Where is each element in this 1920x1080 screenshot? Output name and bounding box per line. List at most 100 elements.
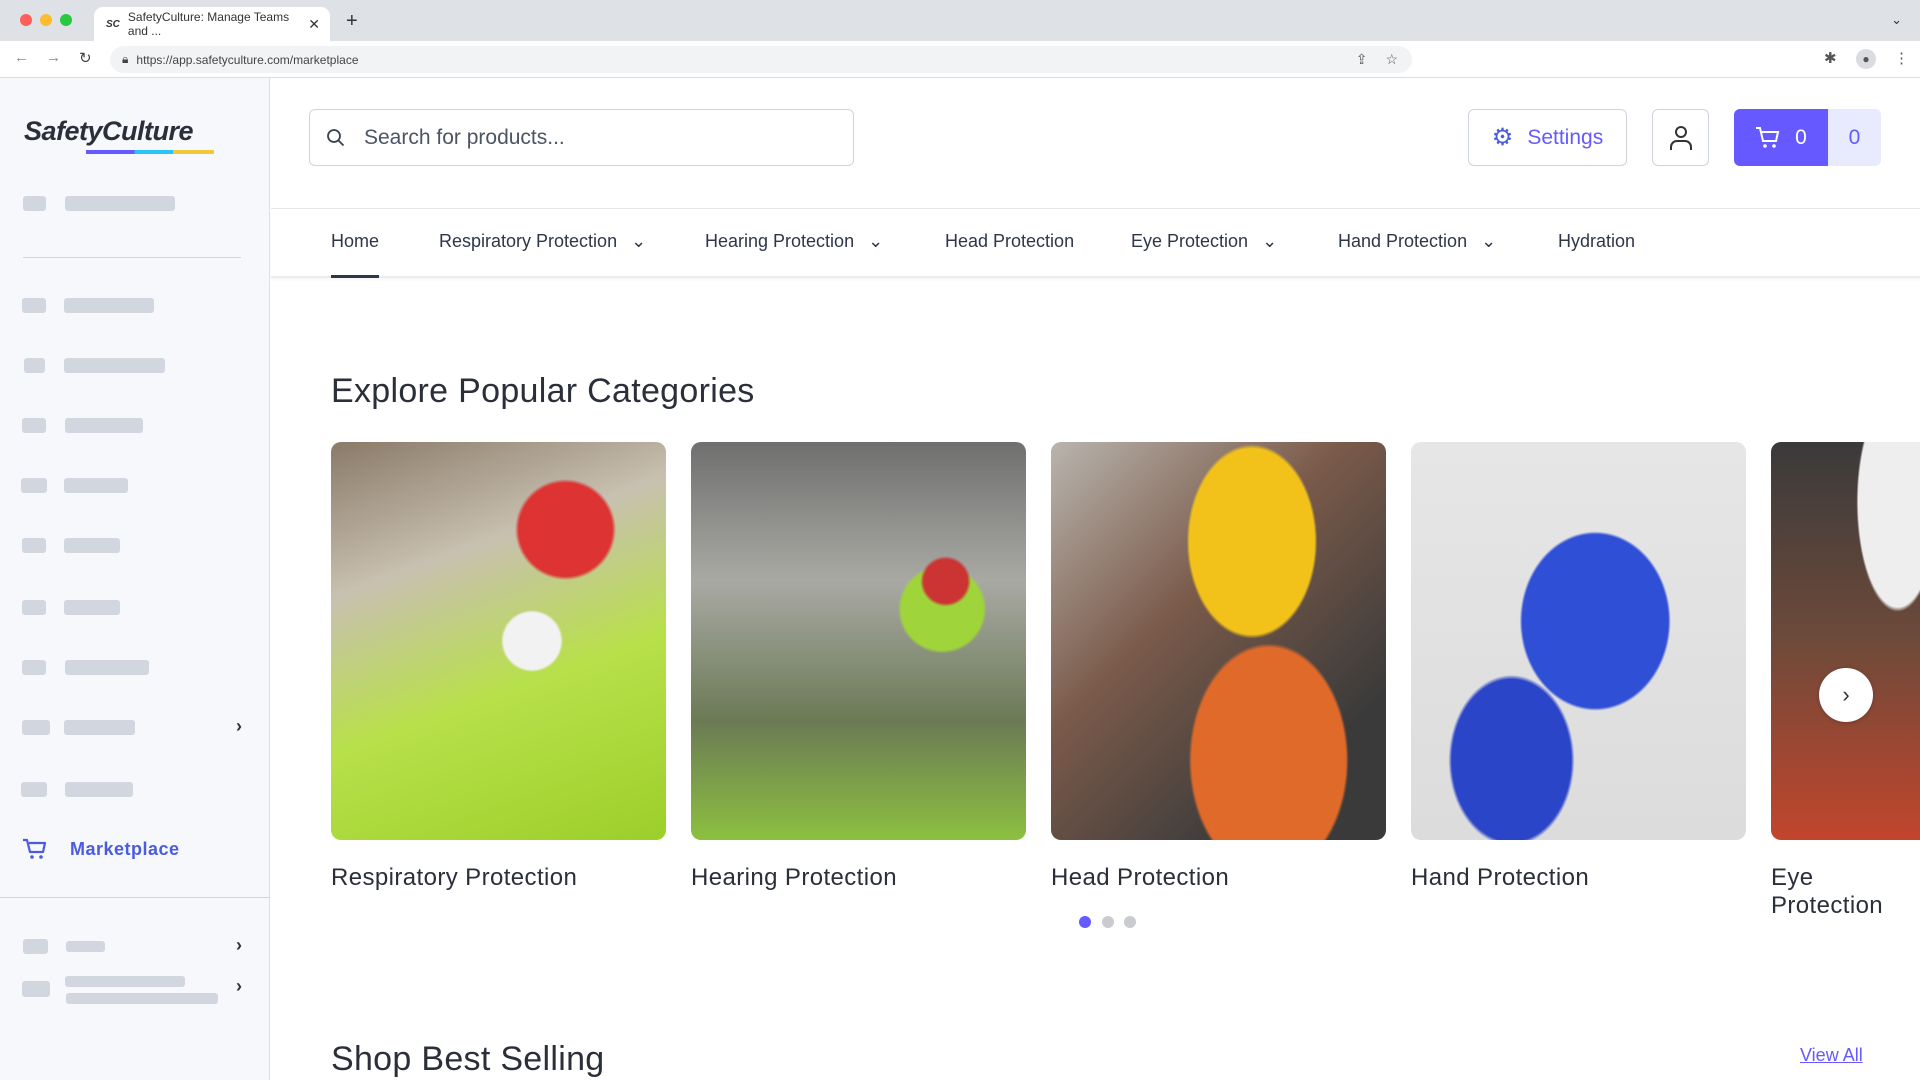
share-icon[interactable]: ⇪ [1356, 51, 1368, 68]
sidebar-skeleton-icon [22, 981, 50, 997]
main-content: Search for products... ⚙ Settings 0 0 Ho… [271, 78, 1920, 1080]
view-all-link[interactable]: View All [1800, 1045, 1863, 1066]
sidebar-skeleton-icon [21, 478, 47, 493]
sidebar-skeleton-item[interactable] [64, 358, 165, 373]
new-tab-icon[interactable]: + [346, 10, 358, 33]
sidebar-skeleton-subitem [66, 993, 218, 1004]
safetyculture-logo: SafetyCulture [24, 116, 194, 146]
nav-hand-protection[interactable]: Hand Protection ⌄ [1338, 231, 1496, 252]
nav-home[interactable]: Home [331, 231, 380, 278]
respiratory-protection-image [331, 442, 666, 840]
nav-label: Respiratory Protection [439, 231, 618, 251]
sidebar-skeleton-item[interactable] [66, 941, 105, 952]
reload-icon[interactable]: ↻ [79, 49, 92, 67]
extensions-icon[interactable]: ✱ [1824, 49, 1837, 67]
sidebar-skeleton-item[interactable] [65, 660, 149, 675]
cart-count: 0 [1795, 125, 1807, 149]
profile-icon[interactable]: ● [1856, 49, 1876, 69]
settings-button[interactable]: ⚙ Settings [1468, 109, 1627, 166]
sidebar-skeleton-item[interactable] [64, 478, 128, 493]
nav-label: Head Protection [945, 231, 1075, 251]
category-card[interactable]: Respiratory Protection [331, 442, 666, 892]
sidebar-skeleton-icon [21, 782, 47, 797]
category-nav: Home Respiratory Protection ⌄ Hearing Pro… [271, 208, 1920, 278]
user-account-button[interactable] [1652, 109, 1709, 166]
sidebar-skeleton-icon [22, 298, 46, 313]
gear-icon: ⚙ [1491, 124, 1514, 151]
hand-protection-image [1411, 442, 1746, 840]
browser-tab[interactable]: SC SafetyCulture: Manage Teams and ... ✕ [94, 7, 330, 41]
back-icon[interactable]: ← [14, 49, 29, 66]
lock-icon: 🔒︎ [122, 52, 129, 66]
tab-title: SafetyCulture: Manage Teams and ... [127, 10, 290, 38]
chevron-right-icon[interactable]: › [236, 935, 242, 956]
marketplace-label: Marketplace [70, 838, 180, 859]
close-window-button[interactable] [20, 14, 32, 26]
sidebar-skeleton-item[interactable] [65, 418, 143, 433]
chevron-down-icon: ⌄ [1481, 231, 1497, 251]
tab-search-chevron-icon[interactable]: ⌄ [1891, 12, 1902, 28]
cart-icon [23, 838, 47, 859]
category-label: Hand Protection [1411, 864, 1590, 891]
address-bar[interactable]: 🔒︎ https://app.safetyculture.com/marketp… [110, 46, 1412, 73]
chevron-right-icon[interactable]: › [236, 976, 242, 997]
cart-icon [1756, 126, 1780, 148]
best-selling-title: Shop Best Selling [331, 1040, 605, 1078]
category-card[interactable]: Head Protection [1051, 442, 1386, 892]
nav-hydration[interactable]: Hydration [1558, 231, 1635, 252]
chevron-down-icon: ⌄ [868, 231, 884, 251]
sidebar-item-marketplace[interactable]: Marketplace [22, 838, 180, 860]
sidebar-skeleton-icon [22, 720, 50, 735]
carousel-dot-3[interactable] [1124, 916, 1136, 928]
eye-protection-image [1771, 442, 1920, 840]
sidebar-skeleton-item[interactable] [64, 720, 135, 735]
category-label: Respiratory Protection [331, 864, 578, 891]
carousel-dot-1[interactable] [1079, 916, 1091, 928]
logo-underline [86, 150, 214, 154]
category-label: Head Protection [1051, 864, 1230, 891]
nav-head-protection[interactable]: Head Protection [945, 231, 1074, 252]
nav-label: Hearing Protection [705, 231, 855, 251]
head-protection-image [1051, 442, 1386, 840]
sidebar-skeleton-item[interactable] [64, 600, 120, 615]
search-icon [327, 128, 345, 146]
category-label: Eye Protection [1771, 864, 1884, 919]
sidebar-skeleton-icon [23, 939, 48, 954]
maximize-window-button[interactable] [60, 14, 72, 26]
nav-label: Home [331, 231, 380, 251]
sidebar-skeleton-icon [22, 418, 46, 433]
sidebar-skeleton-icon [23, 196, 46, 211]
cart-button[interactable]: 0 0 [1734, 109, 1881, 166]
minimize-window-button[interactable] [40, 14, 52, 26]
sidebar-divider [23, 257, 241, 258]
category-card[interactable]: Hearing Protection [691, 442, 1026, 892]
close-tab-icon[interactable]: ✕ [308, 16, 320, 33]
browser-tab-bar: SC SafetyCulture: Manage Teams and ... ✕… [0, 0, 1920, 41]
sidebar-skeleton-icon [22, 538, 46, 553]
hearing-protection-image [691, 442, 1026, 840]
address-row: ← → ↻ 🔒︎ https://app.safetyculture.com/m… [0, 41, 1920, 78]
sidebar-skeleton-icon [22, 660, 46, 675]
sidebar-skeleton-item[interactable] [65, 196, 175, 211]
forward-icon[interactable]: → [46, 49, 61, 66]
carousel-dot-2[interactable] [1102, 916, 1114, 928]
nav-hearing-protection[interactable]: Hearing Protection ⌄ [705, 231, 883, 252]
category-card[interactable]: Hand Protection [1411, 442, 1746, 892]
sidebar-skeleton-icon [22, 600, 46, 615]
bookmark-star-icon[interactable]: ☆ [1385, 51, 1398, 68]
sidebar-skeleton-item[interactable] [65, 782, 133, 797]
browser-menu-icon[interactable]: ⋮ [1894, 49, 1909, 67]
nav-eye-protection[interactable]: Eye Protection ⌄ [1131, 231, 1277, 252]
sidebar-skeleton-item[interactable] [65, 976, 185, 987]
chevron-down-icon: ⌄ [1262, 231, 1278, 251]
sidebar-skeleton-item[interactable] [64, 298, 154, 313]
chevron-right-icon[interactable]: › [236, 716, 242, 737]
nav-respiratory-protection[interactable]: Respiratory Protection ⌄ [439, 231, 646, 252]
nav-label: Hand Protection [1338, 231, 1468, 251]
sidebar-skeleton-item[interactable] [64, 538, 120, 553]
search-placeholder: Search for products... [364, 125, 565, 149]
carousel-next-button[interactable]: › [1819, 668, 1873, 722]
search-input[interactable]: Search for products... [309, 109, 854, 166]
category-label: Hearing Protection [691, 864, 897, 891]
nav-label: Hydration [1558, 231, 1636, 251]
